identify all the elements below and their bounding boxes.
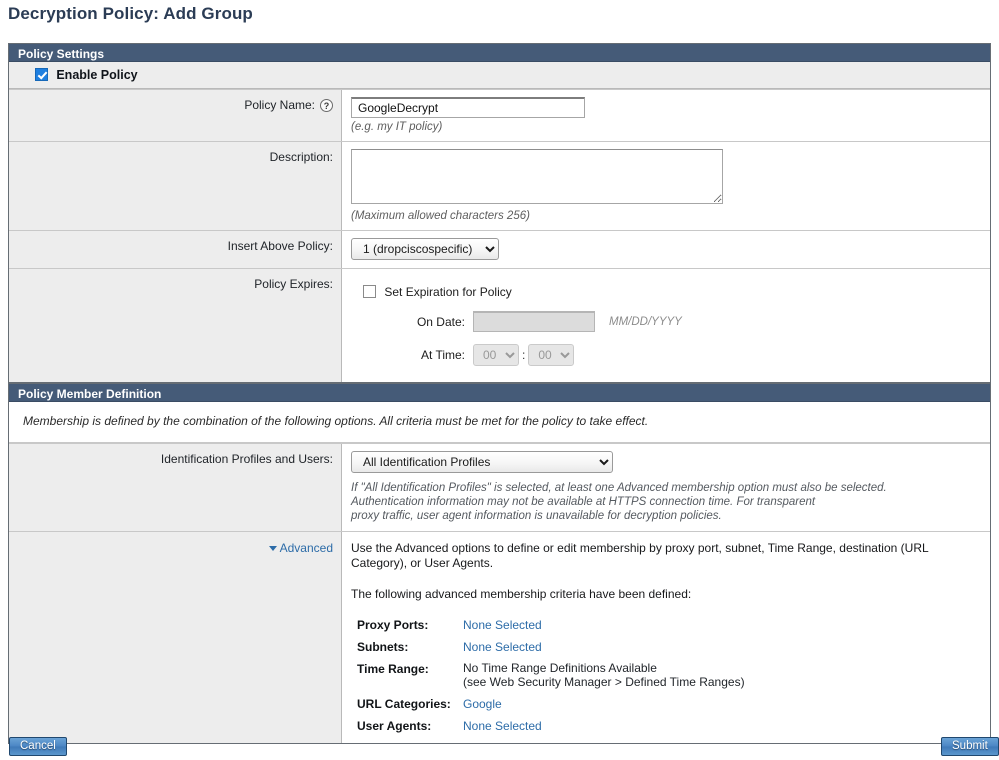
policy-member-definition-header: Policy Member Definition xyxy=(9,384,990,402)
policy-expires-label-cell: Policy Expires: xyxy=(9,269,342,382)
at-time-hours-select[interactable]: 00 xyxy=(473,344,519,366)
advanced-label-cell: Advanced xyxy=(9,532,342,743)
criteria-key-proxy-ports: Proxy Ports: xyxy=(357,618,429,632)
criteria-value-user-agents: None Selected xyxy=(463,719,980,733)
on-date-line: On Date: MM/DD/YYYY xyxy=(363,311,982,332)
at-time-line: At Time: 00 : 00 xyxy=(363,344,982,366)
description-hint: (Maximum allowed characters 256) xyxy=(351,210,530,222)
policy-name-value-cell: (e.g. my IT policy) xyxy=(342,90,990,141)
at-time-minutes-select[interactable]: 00 xyxy=(528,344,575,366)
criteria-key-url-categories: URL Categories: xyxy=(357,697,451,711)
enable-policy-control[interactable]: Enable Policy xyxy=(35,68,138,82)
criteria-value-time-range: No Time Range Definitions Available (see… xyxy=(463,661,980,689)
identification-note-line-3: proxy traffic, user agent information is… xyxy=(351,510,722,522)
chevron-down-icon[interactable] xyxy=(268,546,277,551)
url-categories-link[interactable]: Google xyxy=(463,697,502,711)
submit-button[interactable]: Submit xyxy=(941,737,999,756)
identification-profiles-value-cell: All Identification Profiles If "All Iden… xyxy=(342,444,990,531)
policy-name-label: Policy Name: xyxy=(244,98,315,112)
set-expiration-control[interactable]: Set Expiration for Policy xyxy=(363,285,512,299)
identification-profiles-label-cell: Identification Profiles and Users: xyxy=(9,444,342,531)
policy-expires-value-cell: Set Expiration for Policy On Date: MM/DD… xyxy=(342,269,990,382)
user-agents-link[interactable]: None Selected xyxy=(463,719,542,733)
proxy-ports-link[interactable]: None Selected xyxy=(463,618,542,632)
policy-expires-row: Policy Expires: Set Expiration for Polic… xyxy=(9,268,990,382)
identification-note-line-2: Authentication information may not be av… xyxy=(351,496,816,508)
criteria-key-time-range: Time Range: xyxy=(357,662,429,676)
identification-profiles-note: If "All Identification Profiles" is sele… xyxy=(351,481,982,523)
insert-above-policy-label-cell: Insert Above Policy: xyxy=(9,231,342,268)
set-expiration-checkbox[interactable] xyxy=(363,285,376,298)
at-time-separator: : xyxy=(522,348,526,362)
time-range-hint: (see Web Security Manager > Defined Time… xyxy=(463,674,745,689)
insert-above-policy-select[interactable]: 1 (dropciscospecific) xyxy=(351,238,499,260)
insert-above-policy-row: Insert Above Policy: 1 (dropciscospecifi… xyxy=(9,230,990,268)
page-root: Decryption Policy: Add Group Policy Sett… xyxy=(0,0,999,760)
time-range-status: No Time Range Definitions Available xyxy=(463,661,657,675)
description-textarea[interactable] xyxy=(351,149,723,204)
question-mark-icon[interactable]: ? xyxy=(320,98,333,112)
identification-note-line-1: If "All Identification Profiles" is sele… xyxy=(351,482,887,494)
policy-name-hint: (e.g. my IT policy) xyxy=(351,121,443,133)
description-value-cell: (Maximum allowed characters 256) xyxy=(342,142,990,230)
insert-above-policy-value-cell: 1 (dropciscospecific) xyxy=(342,231,990,268)
enable-policy-row: Enable Policy xyxy=(9,62,990,89)
advanced-criteria-list: Proxy Ports: None Selected Subnets: None… xyxy=(351,618,980,733)
description-row: Description: (Maximum allowed characters… xyxy=(9,141,990,230)
criteria-key-subnets: Subnets: xyxy=(357,640,409,654)
advanced-row: Advanced Use the Advanced options to def… xyxy=(9,531,990,743)
advanced-paragraph-1: Use the Advanced options to define or ed… xyxy=(351,541,929,570)
on-date-input[interactable] xyxy=(473,311,595,332)
policy-settings-panel: Policy Settings Enable Policy Policy Nam… xyxy=(8,43,991,383)
identification-profiles-select[interactable]: All Identification Profiles xyxy=(351,451,613,473)
policy-settings-header: Policy Settings xyxy=(9,44,990,62)
criteria-value-proxy-ports: None Selected xyxy=(463,618,980,632)
policy-name-row: Policy Name: ? (e.g. my IT policy) xyxy=(9,89,990,141)
policy-name-input[interactable] xyxy=(351,97,585,118)
description-label-cell: Description: xyxy=(9,142,342,230)
policy-member-definition-panel: Policy Member Definition Membership is d… xyxy=(8,383,991,744)
set-expiration-line: Set Expiration for Policy xyxy=(363,285,982,299)
on-date-format-hint: MM/DD/YYYY xyxy=(609,315,682,328)
identification-profiles-row: Identification Profiles and Users: All I… xyxy=(9,443,990,531)
criteria-value-subnets: None Selected xyxy=(463,640,980,654)
criteria-value-url-categories: Google xyxy=(463,697,980,711)
advanced-body: Use the Advanced options to define or ed… xyxy=(342,532,990,743)
enable-policy-checkbox[interactable] xyxy=(35,68,48,81)
criteria-key-user-agents: User Agents: xyxy=(357,719,432,733)
policy-name-label-cell: Policy Name: ? xyxy=(9,90,342,141)
subnets-link[interactable]: None Selected xyxy=(463,640,542,654)
advanced-paragraph-2: The following advanced membership criter… xyxy=(351,587,692,601)
page-title: Decryption Policy: Add Group xyxy=(8,4,253,23)
enable-policy-label: Enable Policy xyxy=(56,68,138,82)
cancel-button[interactable]: Cancel xyxy=(9,737,67,756)
on-date-label: On Date: xyxy=(416,314,465,329)
membership-intro-note: Membership is defined by the combination… xyxy=(9,402,990,443)
at-time-label: At Time: xyxy=(420,348,465,362)
advanced-toggle-link[interactable]: Advanced xyxy=(280,541,333,555)
set-expiration-label: Set Expiration for Policy xyxy=(384,285,512,299)
